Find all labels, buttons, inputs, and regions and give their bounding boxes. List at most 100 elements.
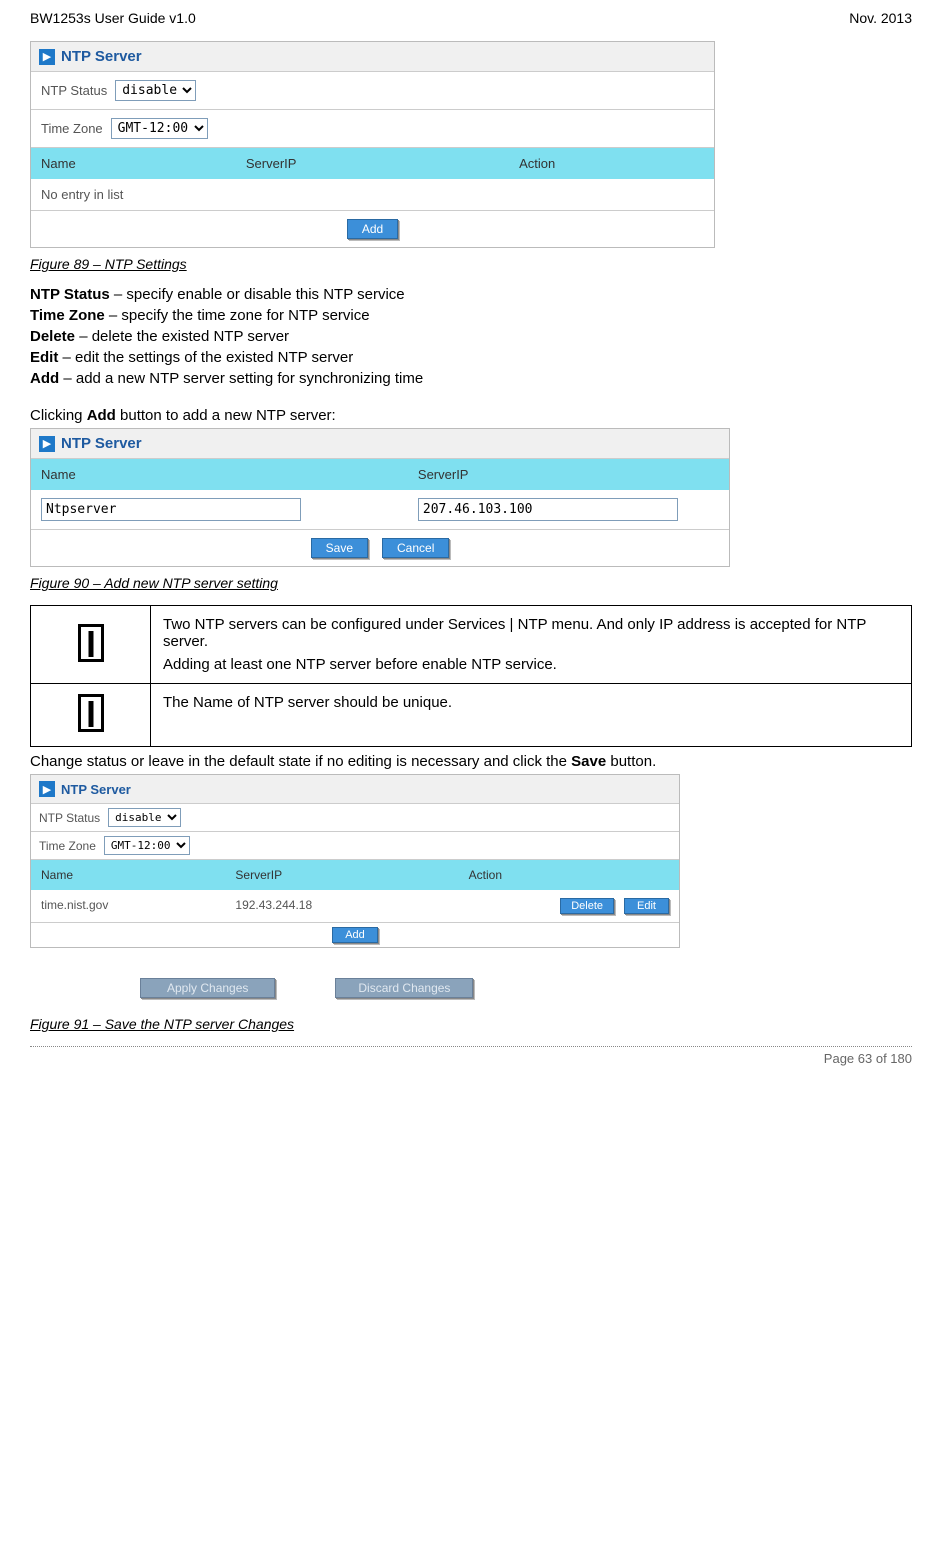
cell-name [31,490,408,529]
table-header: Name ServerIP [31,459,729,490]
col-action: Action [509,148,714,179]
figure-91-caption: Figure 91 – Save the NTP server Changes [30,1016,912,1032]
note-bold: Services | NTP [448,616,552,633]
info-icon-cell [31,684,151,747]
panel-title-bar: ▶ NTP Server [31,42,714,72]
desc-add: Add – add a new NTP server setting for s… [30,370,912,387]
panel-title: NTP Server [61,48,142,65]
table-header: Name ServerIP Action [31,148,714,179]
txt-pre: Change status or leave in the default st… [30,753,571,770]
col-serverip: ServerIP [408,459,729,490]
add-button[interactable]: Add [332,927,378,943]
desc-key: Delete [30,328,75,345]
note-bold: Name [193,694,233,711]
clicking-add-text: Clicking Add button to add a new NTP ser… [30,407,912,424]
cancel-button[interactable]: Cancel [382,538,449,558]
apply-discard-row: Apply Changes Discard Changes [30,978,912,998]
note-1: Two NTP servers can be configured under … [151,606,912,684]
desc-val: – specify enable or disable this NTP ser… [110,286,405,303]
desc-ntp-status: NTP Status – specify enable or disable t… [30,286,912,303]
cell-ip: 192.43.244.18 [225,890,458,922]
cell-name: time.nist.gov [31,890,225,922]
ntp-status-row: NTP Status disable [31,72,714,110]
discard-changes-button[interactable]: Discard Changes [335,978,473,998]
desc-val: – edit the settings of the existed NTP s… [58,349,353,366]
col-serverip: ServerIP [225,860,458,890]
ntp-status-row: NTP Status disable [31,804,679,832]
empty-text: No entry in list [31,179,133,210]
ntp-status-label: NTP Status [41,83,107,98]
figure-90-caption: Figure 90 – Add new NTP server setting [30,575,912,591]
save-cancel-row: Save Cancel [31,530,729,566]
desc-key: NTP Status [30,286,110,303]
txt-bold: Add [87,407,116,424]
panel-title: NTP Server [61,782,131,797]
panel-title-bar: ▶ NTP Server [31,429,729,459]
table-row-empty: No entry in list [31,179,714,211]
table-row [31,490,729,530]
info-icon-cell [31,606,151,684]
name-input[interactable] [41,498,301,521]
desc-val: – specify the time zone for NTP service [105,307,370,324]
time-zone-row: Time Zone GMT-12:00 [31,832,679,860]
ntp-status-select[interactable]: disable [115,80,196,101]
arrow-right-icon: ▶ [39,781,55,797]
desc-delete: Delete – delete the existed NTP server [30,328,912,345]
serverip-input[interactable] [418,498,678,521]
desc-time-zone: Time Zone – specify the time zone for NT… [30,307,912,324]
cell-action: Delete Edit [459,890,679,922]
desc-val: – delete the existed NTP server [75,328,289,345]
time-zone-label: Time Zone [41,121,103,136]
ntp-server-panel-3: ▶ NTP Server NTP Status disable Time Zon… [30,774,680,948]
apply-changes-button[interactable]: Apply Changes [140,978,275,998]
time-zone-select[interactable]: GMT-12:00 [111,118,208,139]
desc-key: Time Zone [30,307,105,324]
add-row: Add [31,211,714,247]
col-serverip: ServerIP [236,148,509,179]
page-footer: Page 63 of 180 [30,1046,912,1066]
save-button[interactable]: Save [311,538,368,558]
ntp-status-label: NTP Status [39,811,100,825]
panel-title: NTP Server [61,435,142,452]
page-header: BW1253s User Guide v1.0 Nov. 2013 [30,10,912,26]
txt-post: button to add a new NTP server: [116,407,336,424]
doc-title: BW1253s User Guide v1.0 [30,10,196,26]
arrow-right-icon: ▶ [39,49,55,65]
desc-edit: Edit – edit the settings of the existed … [30,349,912,366]
add-row: Add [31,923,679,947]
desc-val: – add a new NTP server setting for synch… [59,370,423,387]
txt-bold: Save [571,753,606,770]
col-action: Action [459,860,679,890]
txt-post: button. [606,753,656,770]
table-row: time.nist.gov 192.43.244.18 Delete Edit [31,890,679,923]
table-header: Name ServerIP Action [31,860,679,890]
add-button[interactable]: Add [347,219,398,239]
desc-key: Edit [30,349,58,366]
time-zone-row: Time Zone GMT-12:00 [31,110,714,148]
col-name: Name [31,148,236,179]
col-name: Name [31,860,225,890]
ntp-server-panel-1: ▶ NTP Server NTP Status disable Time Zon… [30,41,715,248]
info-icon [78,624,104,662]
page-number: Page 63 of 180 [824,1051,912,1066]
note-text: The [163,694,193,711]
doc-date: Nov. 2013 [849,10,912,26]
info-icon [78,694,104,732]
info-notes-table: Two NTP servers can be configured under … [30,605,912,747]
note-text: Two NTP servers can be configured under [163,616,448,633]
col-name: Name [31,459,408,490]
desc-key: Add [30,370,59,387]
note-text: of NTP server should be unique. [233,694,452,711]
txt-pre: Clicking [30,407,87,424]
delete-button[interactable]: Delete [560,898,614,914]
change-status-text: Change status or leave in the default st… [30,753,912,770]
note-2: The Name of NTP server should be unique. [151,684,912,747]
arrow-right-icon: ▶ [39,436,55,452]
ntp-status-select[interactable]: disable [108,808,181,827]
time-zone-select[interactable]: GMT-12:00 [104,836,190,855]
note-text: Adding at least one NTP server before en… [163,656,899,673]
cell-ip [408,490,729,529]
figure-89-caption: Figure 89 – NTP Settings [30,256,912,272]
edit-button[interactable]: Edit [624,898,669,914]
panel-title-bar: ▶ NTP Server [31,775,679,804]
